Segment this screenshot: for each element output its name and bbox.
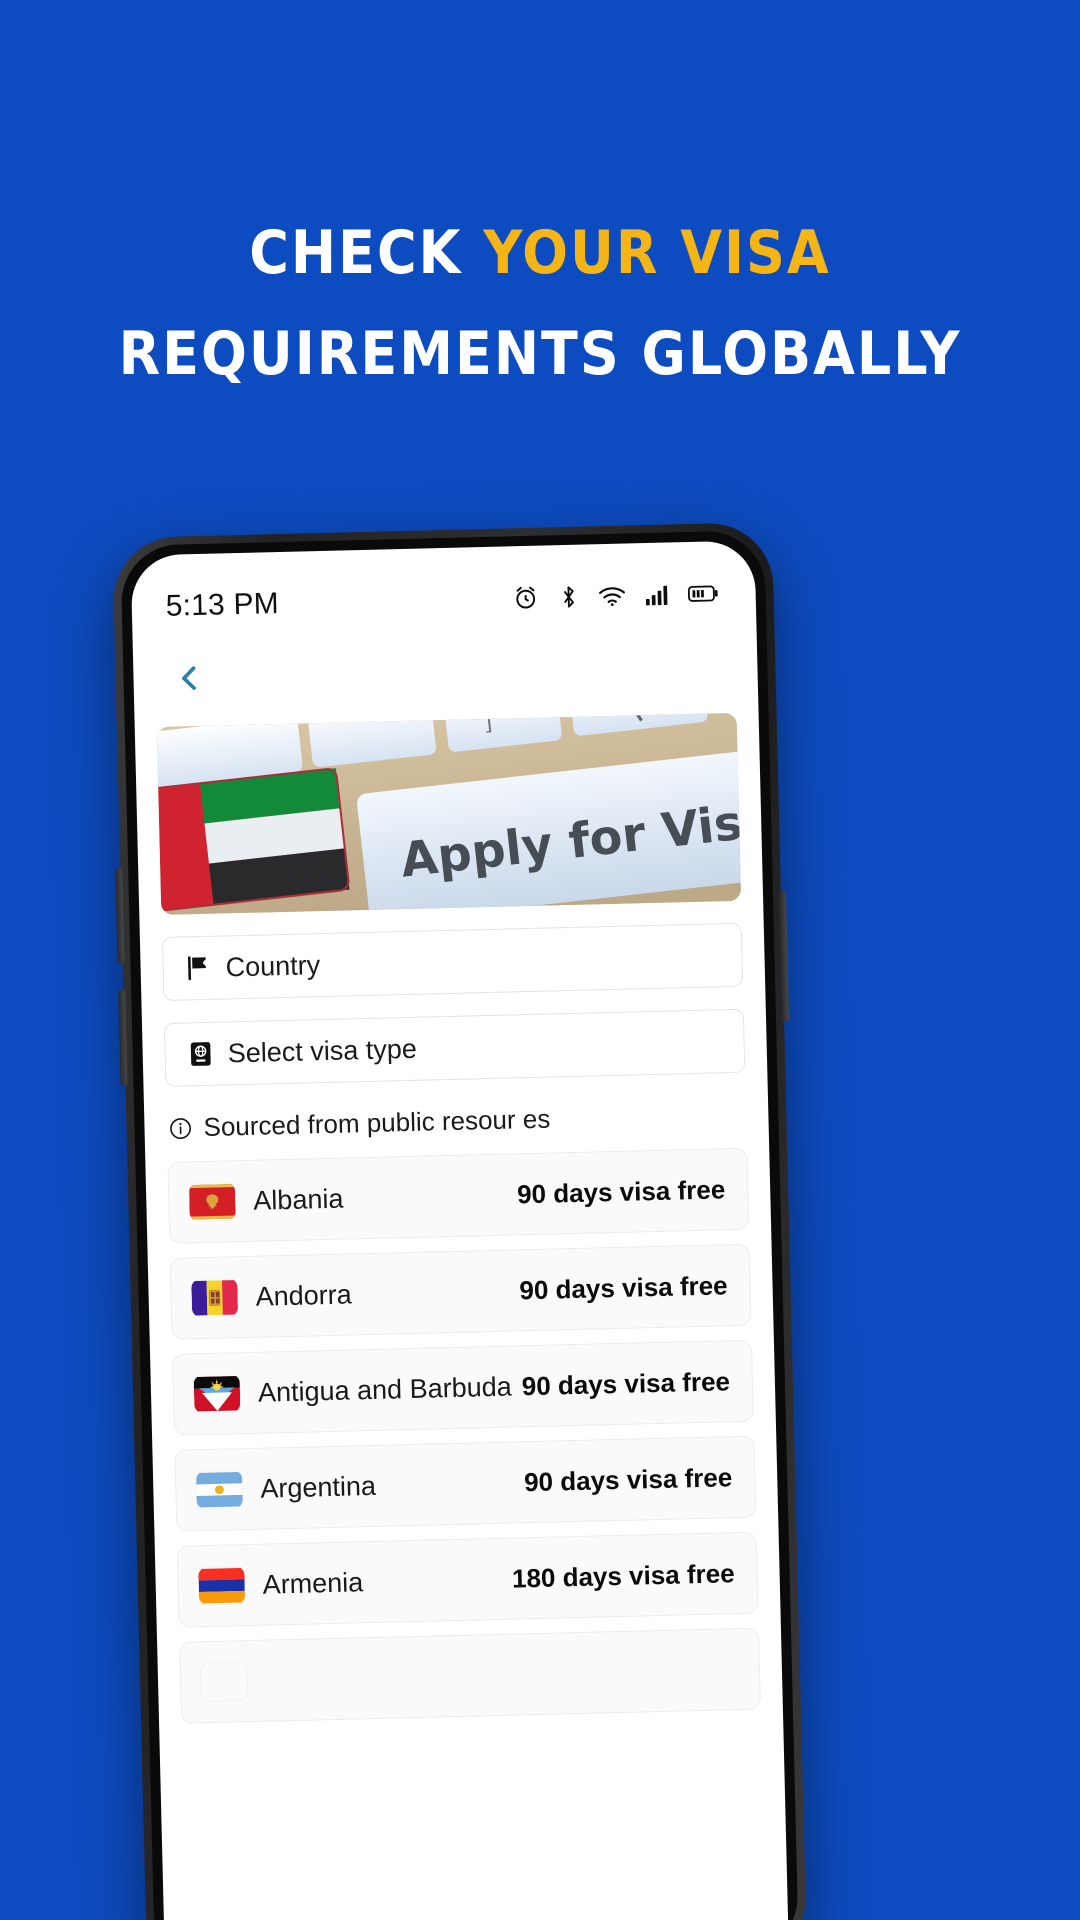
list-item[interactable]: Armenia 180 days visa free bbox=[176, 1531, 759, 1628]
promo-headline-line-2: REQUIREMENTS GLOBALLY bbox=[118, 318, 962, 389]
country-select-field[interactable]: Country bbox=[161, 922, 744, 1001]
passport-icon bbox=[187, 1041, 214, 1068]
cellular-signal-icon bbox=[644, 581, 671, 608]
argentina-flag bbox=[195, 1470, 243, 1509]
list-item[interactable] bbox=[179, 1627, 761, 1724]
country-field-label: Country bbox=[225, 949, 321, 982]
status-bar: 5:13 PM bbox=[131, 540, 757, 641]
promo-headline-accent-part: YOUR VISA bbox=[483, 218, 831, 288]
promo-headline-line-1: CHECK YOUR VISA bbox=[0, 215, 1080, 292]
list-item-value: 90 days visa free bbox=[523, 1461, 733, 1497]
list-item[interactable]: Albania 90 days visa free bbox=[167, 1147, 750, 1244]
alarm-icon bbox=[511, 584, 540, 613]
list-item-country: Antigua and Barbuda bbox=[257, 1371, 513, 1408]
svg-text:]: ] bbox=[482, 713, 494, 736]
list-item[interactable]: Antigua and Barbuda 90 days visa free bbox=[172, 1339, 754, 1436]
list-item-value: 90 days visa free bbox=[516, 1173, 726, 1209]
armenia-flag bbox=[198, 1566, 246, 1605]
chevron-left-icon bbox=[172, 660, 207, 700]
partial-row-flag bbox=[201, 1662, 248, 1701]
wifi-icon bbox=[597, 582, 628, 609]
phone-mockup: 5:13 PM] Apply for Visa Country Select … bbox=[112, 521, 808, 1920]
list-item-country: Andorra bbox=[255, 1278, 353, 1312]
app-bar bbox=[133, 626, 759, 721]
antigua-and-barbuda-flag bbox=[193, 1374, 241, 1413]
back-button[interactable] bbox=[163, 654, 216, 707]
list-item-country: Albania bbox=[252, 1183, 344, 1216]
sourced-note: Sourced from public resour es bbox=[168, 1099, 747, 1144]
info-icon bbox=[168, 1116, 193, 1141]
andorra-flag bbox=[191, 1278, 239, 1317]
visa-type-select-field[interactable]: Select visa type bbox=[163, 1008, 746, 1087]
list-item-value: 180 days visa free bbox=[511, 1557, 735, 1594]
albania-flag bbox=[188, 1182, 236, 1221]
list-item-country bbox=[265, 1669, 737, 1681]
list-item-value: 90 days visa free bbox=[519, 1269, 728, 1305]
list-item[interactable]: Argentina 90 days visa free bbox=[174, 1435, 757, 1532]
list-item-country: Argentina bbox=[259, 1470, 377, 1504]
status-bar-clock: 5:13 PM bbox=[165, 587, 280, 623]
list-item-value: 90 days visa free bbox=[521, 1365, 731, 1401]
hero-banner: ] Apply for Visa bbox=[156, 712, 742, 915]
promo-headline: CHECK YOUR VISA REQUIREMENTS GLOBALLY bbox=[0, 215, 1080, 393]
phone-screen: 5:13 PM] Apply for Visa Country Select … bbox=[130, 540, 790, 1920]
list-item[interactable]: Andorra 90 days visa free bbox=[169, 1243, 752, 1340]
bluetooth-icon bbox=[556, 583, 581, 612]
status-bar-icons bbox=[511, 579, 720, 612]
list-item-country: Armenia bbox=[262, 1566, 364, 1600]
visa-type-field-label: Select visa type bbox=[227, 1033, 418, 1068]
apply-for-visa-keyboard-image: ] Apply for Visa bbox=[156, 712, 742, 915]
sourced-note-text: Sourced from public resour es bbox=[203, 1103, 551, 1143]
flag-icon bbox=[185, 955, 212, 982]
country-visa-list: Albania 90 days visa free Andorra 90 day… bbox=[167, 1147, 761, 1724]
battery-icon bbox=[687, 582, 720, 605]
promo-headline-white-part: CHECK bbox=[249, 218, 484, 288]
